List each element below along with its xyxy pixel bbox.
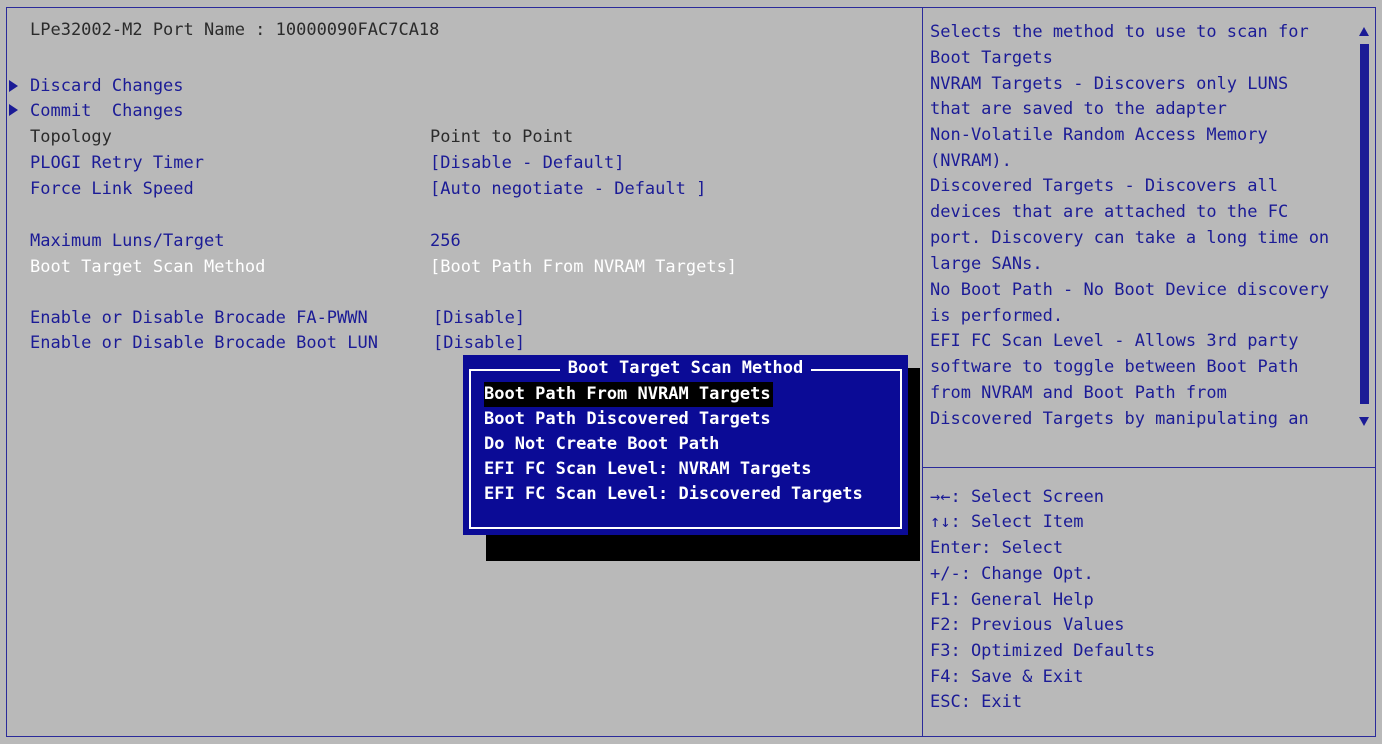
key-legend-line: F2: Previous Values [930, 615, 1125, 635]
help-line: Boot Targets [930, 48, 1053, 68]
help-line: large SANs. [930, 254, 1043, 274]
help-line: that are saved to the adapter [930, 99, 1227, 119]
commit-arrow-icon [9, 104, 18, 116]
force-link-speed-label[interactable]: Force Link Speed [30, 176, 194, 202]
discard-changes-link[interactable]: Discard Changes [30, 73, 184, 99]
popup-title-text: Boot Target Scan Method [559, 358, 812, 378]
brocade-fa-pwwn-value[interactable]: [Disable] [433, 305, 525, 331]
key-legend-line: F1: General Help [930, 590, 1094, 610]
help-line: port. Discovery can take a long time on [930, 228, 1330, 248]
topology-value: Point to Point [430, 127, 574, 147]
help-line: software to toggle between Boot Path [930, 357, 1299, 377]
popup-option-discovered[interactable]: Boot Path Discovered Targets [484, 407, 771, 432]
popup-shadow-side [908, 368, 920, 561]
bios-setup-screen: LPe32002-M2 Port Name : 10000090FAC7CA18… [0, 0, 1382, 744]
key-legend-line: →←: Select Screen [930, 487, 1104, 507]
help-line: NVRAM Targets - Discovers only LUNS [930, 74, 1289, 94]
help-line: Selects the method to use to scan for [930, 22, 1309, 42]
port-name-header: LPe32002-M2 Port Name : 10000090FAC7CA18 [30, 20, 440, 40]
help-line: (NVRAM). [930, 151, 1012, 171]
commit-changes-link[interactable]: Commit Changes [30, 98, 184, 124]
help-divider [922, 467, 1376, 468]
boot-target-scan-method-value[interactable]: [Boot Path From NVRAM Targets] [430, 254, 737, 280]
popup-option-efi-discovered[interactable]: EFI FC Scan Level: Discovered Targets [484, 482, 863, 507]
help-line: Discovered Targets by manipulating an [930, 409, 1309, 429]
key-legend-line: Enter: Select [930, 538, 1064, 558]
discard-arrow-icon [9, 80, 18, 92]
boot-target-scan-method-popup: Boot Target Scan Method Boot Path From N… [463, 355, 908, 535]
help-line: No Boot Path - No Boot Device discovery [930, 280, 1330, 300]
brocade-boot-lun-label[interactable]: Enable or Disable Brocade Boot LUN [30, 330, 378, 356]
panel-divider [922, 7, 923, 737]
key-legend-line: F4: Save & Exit [930, 667, 1084, 687]
popup-shadow [486, 535, 908, 561]
key-legend-line: ESC: Exit [930, 692, 1023, 712]
plogi-retry-timer-value[interactable]: [Disable - Default] [430, 150, 624, 176]
help-line: Non-Volatile Random Access Memory [930, 125, 1268, 145]
max-luns-label[interactable]: Maximum Luns/Target [30, 228, 224, 254]
key-legend-line: F3: Optimized Defaults [930, 641, 1156, 661]
help-line: is performed. [930, 306, 1064, 326]
help-line: from NVRAM and Boot Path from [930, 383, 1227, 403]
popup-option-efi-nvram[interactable]: EFI FC Scan Level: NVRAM Targets [484, 457, 812, 482]
popup-option-nvram[interactable]: Boot Path From NVRAM Targets [484, 382, 773, 407]
help-line: Discovered Targets - Discovers all [930, 176, 1278, 196]
force-link-speed-value[interactable]: [Auto negotiate - Default ] [430, 176, 706, 202]
brocade-boot-lun-value[interactable]: [Disable] [433, 330, 525, 356]
help-line: devices that are attached to the FC [930, 202, 1289, 222]
topology-label: Topology [30, 127, 112, 147]
scroll-up-icon[interactable] [1359, 27, 1369, 36]
max-luns-value[interactable]: 256 [430, 228, 461, 254]
popup-option-no-boot-path[interactable]: Do Not Create Boot Path [484, 432, 719, 457]
boot-target-scan-method-label[interactable]: Boot Target Scan Method [30, 254, 265, 280]
popup-title: Boot Target Scan Method [463, 355, 908, 381]
help-line: EFI FC Scan Level - Allows 3rd party [930, 331, 1299, 351]
key-legend-line: +/-: Change Opt. [930, 564, 1094, 584]
scroll-down-icon[interactable] [1359, 417, 1369, 426]
brocade-fa-pwwn-label[interactable]: Enable or Disable Brocade FA-PWWN [30, 305, 368, 331]
key-legend-line: ↑↓: Select Item [930, 512, 1084, 532]
plogi-retry-timer-label[interactable]: PLOGI Retry Timer [30, 150, 204, 176]
help-scrollbar-thumb[interactable] [1360, 44, 1369, 404]
